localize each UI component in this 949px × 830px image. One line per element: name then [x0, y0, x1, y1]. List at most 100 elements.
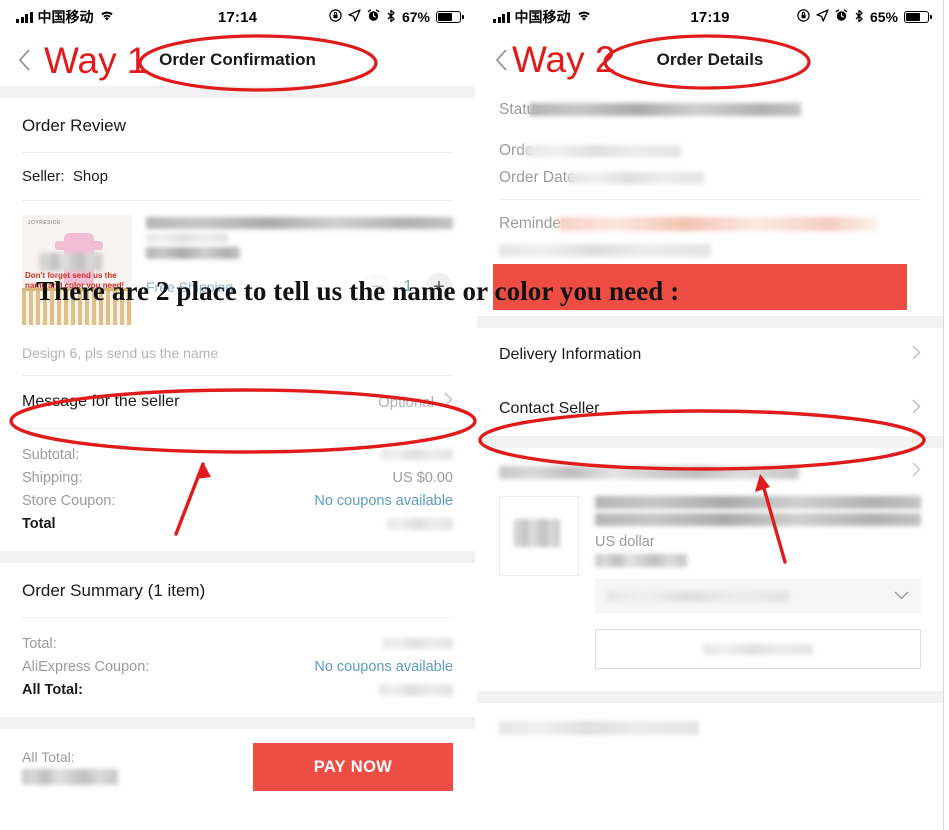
alarm-clock-icon — [367, 9, 380, 25]
detail-value-redaction — [525, 144, 682, 157]
detail-label: Order Date — [499, 168, 576, 186]
product-variant-redaction — [146, 247, 240, 259]
section-gap — [477, 436, 943, 448]
seller-label: Seller: — [22, 168, 65, 185]
status-bar-left-group: 中国移动 — [16, 7, 115, 27]
chevron-right-icon — [912, 462, 921, 482]
phone-panel-way-2: 中国移动 17:19 65% Order Details Status: Ord… — [477, 0, 944, 830]
detail-row-order-date: Order Date — [477, 164, 943, 191]
product-brand-mark: JOYRESIDE — [28, 220, 61, 226]
pay-bar-inner: All Total: PAY NOW — [0, 729, 475, 807]
price-breakdown: Subtotal: Shipping: US $0.00 Store Coupo… — [0, 429, 475, 551]
quantity-stepper[interactable]: − 1 + — [363, 273, 453, 301]
store-name-redaction — [499, 465, 799, 479]
screenshot-root: 中国移动 17:14 67% Order Confirmation Order … — [0, 0, 949, 830]
minus-icon[interactable]: − — [363, 273, 391, 301]
currency-note: US dollar — [595, 534, 655, 550]
lock-rotation-icon — [797, 9, 810, 25]
wifi-icon — [99, 9, 115, 25]
status-bar-left-group: 中国移动 — [493, 7, 592, 27]
pay-bar: All Total: PAY NOW — [0, 729, 475, 807]
product-thumb-redaction — [40, 253, 102, 271]
price-value-redaction — [381, 449, 453, 460]
product-thumbnail[interactable]: JOYRESIDE Don't forget send us the name … — [22, 215, 132, 325]
wifi-icon — [576, 9, 592, 25]
plus-icon[interactable]: + — [425, 273, 453, 301]
battery-percent-label: 67% — [401, 9, 430, 25]
section-gap — [477, 691, 943, 703]
seller-row[interactable]: Seller: Shop — [0, 153, 475, 200]
order-review-card: Order Review Seller: Shop JOYRESIDE Don'… — [0, 98, 475, 551]
page-title: Order Confirmation — [159, 50, 316, 69]
price-value: US $0.00 — [392, 469, 453, 486]
contact-seller-row[interactable]: Contact Seller — [477, 382, 943, 436]
price-label: Store Coupon: — [22, 492, 116, 509]
item-title-redaction-2 — [595, 513, 921, 526]
price-row: Store Coupon: No coupons available — [22, 489, 453, 512]
item-variant-redaction — [607, 590, 789, 602]
detail-value-redaction — [529, 103, 802, 116]
carrier-label: 中国移动 — [514, 9, 571, 25]
message-for-seller-row[interactable]: Message for the seller Optional — [0, 376, 475, 428]
summary-row-all-total: All Total: — [22, 678, 453, 701]
footer-redaction — [499, 721, 699, 735]
battery-percent-label: 65% — [869, 9, 898, 25]
order-summary-card: Order Summary (1 item) Total: AliExpress… — [0, 563, 475, 717]
product-fence-graphic — [22, 288, 132, 325]
product-title-redaction-2 — [146, 233, 228, 243]
delivery-information-row[interactable]: Delivery Information — [477, 328, 943, 382]
order-summary-title: Order Summary (1 item) — [22, 581, 206, 600]
order-links-card: Delivery Information Contact Seller — [477, 328, 943, 436]
order-details-card: Status: Orde Order Date Reminder: — [477, 86, 943, 316]
item-action-label-redaction — [703, 643, 813, 655]
order-item-thumbnail[interactable] — [499, 496, 579, 576]
total-value-redaction — [387, 517, 453, 530]
section-gap — [477, 316, 943, 328]
detail-row-reminder: Reminder: — [477, 210, 943, 237]
item-action-button[interactable] — [595, 629, 921, 669]
quantity-value: 1 — [403, 278, 413, 295]
detail-row-reminder-cont — [477, 237, 943, 264]
summary-label: AliExpress Coupon: — [22, 658, 150, 675]
order-item-card: US dollar — [477, 448, 943, 691]
nav-bar-left: Order Confirmation — [0, 34, 475, 86]
order-review-title: Order Review — [22, 116, 126, 135]
bluetooth-icon — [854, 9, 864, 26]
summary-label: Total: — [22, 635, 57, 652]
item-variant-select[interactable] — [595, 579, 921, 613]
store-coupon-link[interactable]: No coupons available — [314, 493, 453, 509]
battery-icon — [436, 11, 464, 23]
status-bar-left: 中国移动 17:14 67% — [0, 0, 475, 34]
carrier-label: 中国移动 — [37, 9, 94, 25]
summary-row: AliExpress Coupon: No coupons available — [22, 655, 453, 678]
reminder-value-redaction — [558, 216, 877, 231]
order-footer-card — [477, 703, 943, 753]
product-info: Free Shipping − 1 + — [146, 215, 453, 325]
section-gap — [0, 717, 475, 729]
aliexpress-coupon-link[interactable]: No coupons available — [314, 659, 453, 675]
status-bar-right-group: 65% — [797, 9, 932, 26]
pay-bar-all-total-label: All Total: — [22, 749, 75, 765]
phone-panel-way-1: 中国移动 17:14 67% Order Confirmation Order … — [0, 0, 475, 830]
summary-label: All Total: — [22, 681, 83, 698]
price-label: Shipping: — [22, 469, 83, 486]
all-total-value-redaction — [379, 683, 453, 696]
chevron-right-icon — [912, 399, 921, 419]
pay-now-button[interactable]: PAY NOW — [253, 743, 453, 791]
chevron-down-icon — [894, 587, 909, 605]
summary-row: Total: — [22, 632, 453, 655]
price-label: Total — [22, 515, 56, 532]
detail-row-status: Status: — [477, 96, 943, 123]
section-gap — [0, 86, 475, 98]
reminder-value-redaction-2 — [499, 244, 711, 257]
seller-name: Shop — [72, 168, 108, 185]
product-row[interactable]: JOYRESIDE Don't forget send us the name … — [0, 201, 475, 335]
section-gap — [0, 551, 475, 563]
delivery-information-label: Delivery Information — [499, 346, 642, 363]
product-title-redaction — [146, 217, 453, 229]
order-item-row[interactable]: US dollar — [477, 482, 943, 677]
free-shipping-label: Free Shipping — [146, 279, 234, 295]
contact-seller-label: Contact Seller — [499, 400, 600, 417]
pay-bar-amount-redaction — [22, 769, 118, 785]
chevron-right-icon — [912, 345, 921, 365]
